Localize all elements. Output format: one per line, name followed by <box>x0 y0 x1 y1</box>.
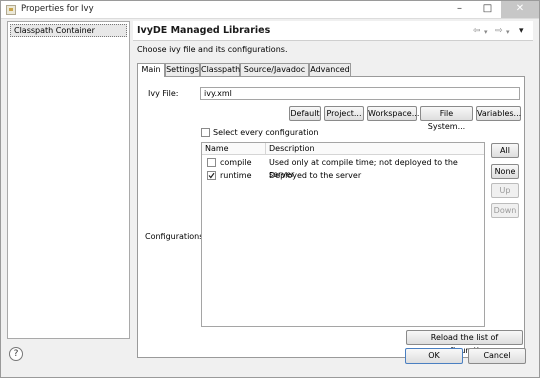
table-row[interactable]: compile Used only at compile time; not d… <box>202 157 484 179</box>
sidebar-item-classpath-container[interactable]: Classpath Container <box>10 24 127 37</box>
property-page: IvyDE Managed Libraries ⇦ ▾ ⇨ ▾ ▾ Choose… <box>133 21 533 358</box>
tab-source-javadoc[interactable]: Source/Javadoc <box>240 63 309 76</box>
cancel-button[interactable]: Cancel <box>468 348 526 364</box>
main-tab-panel: Ivy File: ivy.xml Default Project... Wor… <box>137 76 525 358</box>
select-all-button[interactable]: All <box>491 143 519 158</box>
properties-dialog: Properties for Ivy – □ ✕ Classpath Conta… <box>0 0 540 378</box>
back-arrow-icon[interactable]: ⇦ <box>473 26 481 36</box>
back-menu-icon[interactable]: ▾ <box>484 28 488 36</box>
page-title: IvyDE Managed Libraries <box>137 25 271 36</box>
page-description: Choose ivy file and its configurations. <box>137 45 288 54</box>
checkmark-icon <box>208 172 215 179</box>
row-checkbox[interactable] <box>207 171 216 180</box>
select-none-button[interactable]: None <box>491 164 519 179</box>
ivy-file-input[interactable]: ivy.xml <box>200 87 520 100</box>
dialog-button-bar: ? OK Cancel <box>1 341 539 377</box>
forward-menu-icon[interactable]: ▾ <box>506 28 510 36</box>
config-name: runtime <box>220 171 252 180</box>
column-header-description[interactable]: Description <box>266 143 484 155</box>
ok-button[interactable]: OK <box>405 348 463 364</box>
ivy-file-label: Ivy File: <box>148 89 179 98</box>
tab-settings[interactable]: Settings <box>165 63 200 76</box>
properties-window-icon <box>6 5 16 15</box>
move-down-button[interactable]: Down <box>491 203 519 218</box>
select-every-configuration-label: Select every configuration <box>213 128 319 137</box>
default-button[interactable]: Default <box>289 106 321 121</box>
configurations-table[interactable]: Name Description compile Used only at co… <box>201 142 485 327</box>
maximize-button[interactable]: □ <box>474 1 501 18</box>
tab-main[interactable]: Main <box>137 63 165 77</box>
file-system-button[interactable]: File System... <box>420 106 473 131</box>
row-checkbox[interactable] <box>207 158 216 167</box>
close-button[interactable]: ✕ <box>501 1 539 18</box>
window-title: Properties for Ivy <box>21 4 94 14</box>
minimize-button[interactable]: – <box>446 1 473 18</box>
view-menu-icon[interactable]: ▾ <box>519 26 524 36</box>
project-button[interactable]: Project... <box>324 106 364 121</box>
property-page-tree: Classpath Container <box>7 21 130 339</box>
variables-button[interactable]: Variables... <box>476 106 521 121</box>
tab-classpath[interactable]: Classpath <box>200 63 240 76</box>
move-up-button[interactable]: Up <box>491 183 519 198</box>
page-header: IvyDE Managed Libraries ⇦ ▾ ⇨ ▾ ▾ <box>133 21 533 41</box>
title-bar: Properties for Ivy – □ ✕ <box>1 1 539 19</box>
config-description: Deployed to the server <box>269 171 362 180</box>
select-every-configuration-checkbox[interactable] <box>201 128 210 137</box>
column-header-name[interactable]: Name <box>202 143 266 155</box>
configurations-label: Configurations <box>145 232 204 241</box>
help-icon[interactable]: ? <box>9 347 23 361</box>
workspace-button[interactable]: Workspace... <box>367 106 419 121</box>
config-name: compile <box>220 158 252 167</box>
tab-advanced[interactable]: Advanced <box>309 63 351 76</box>
forward-arrow-icon[interactable]: ⇨ <box>495 26 503 36</box>
table-row[interactable]: runtime Deployed to the server <box>202 170 484 182</box>
